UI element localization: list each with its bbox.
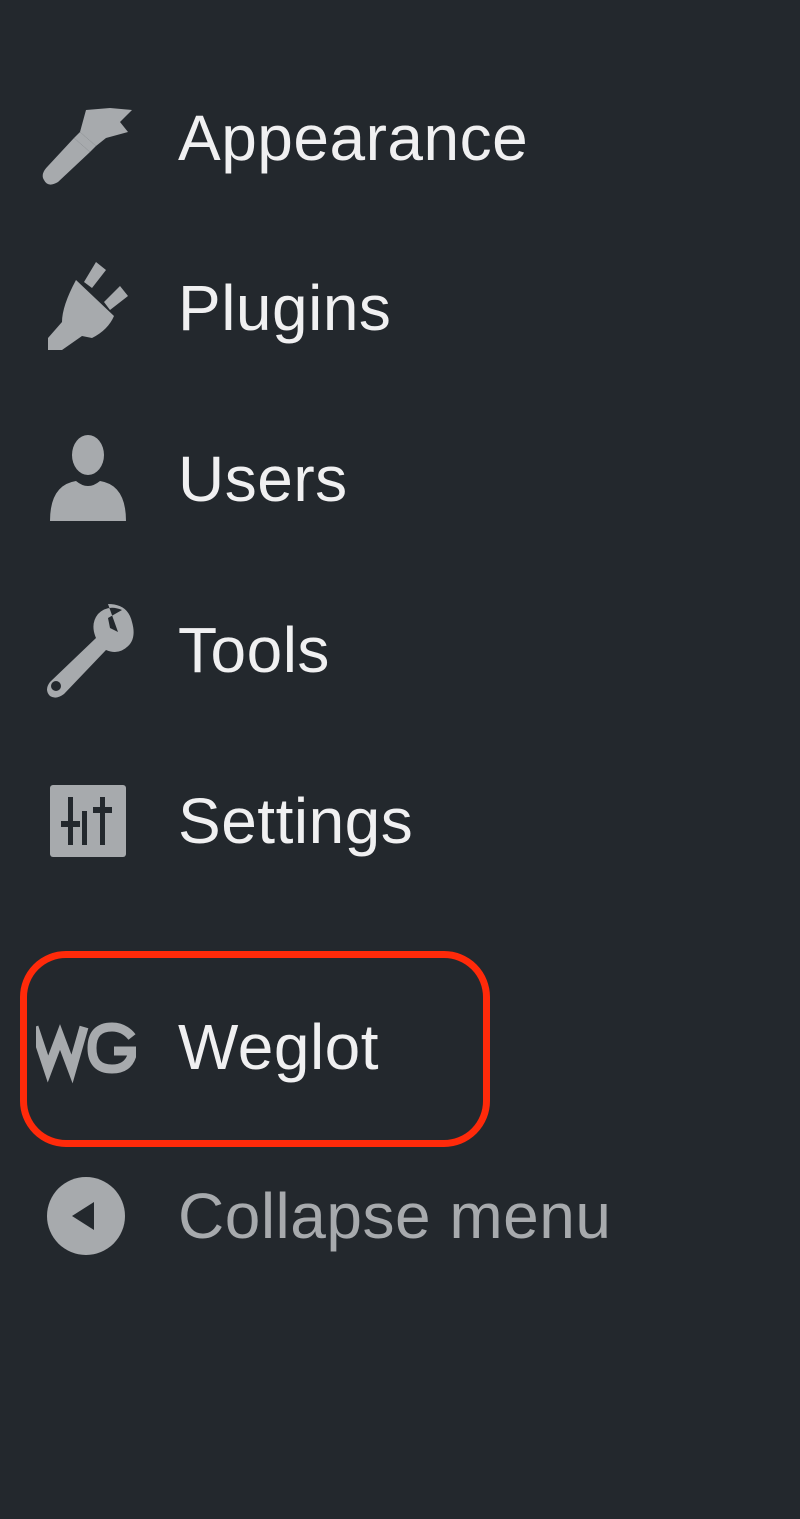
- sidebar-item-weglot[interactable]: Weglot: [0, 977, 800, 1117]
- sliders-icon: [36, 771, 136, 871]
- collapse-menu-label: Collapse menu: [178, 1180, 612, 1252]
- sidebar-item-plugins[interactable]: Plugins: [0, 238, 800, 378]
- admin-sidebar-menu: Appearance Plugins Users Tools Settings …: [0, 0, 800, 1519]
- user-icon: [36, 429, 136, 529]
- sidebar-item-label: Users: [178, 443, 348, 515]
- weglot-logo-icon: [36, 997, 136, 1097]
- sidebar-item-label: Settings: [178, 785, 414, 857]
- sidebar-item-settings[interactable]: Settings: [0, 751, 800, 891]
- sidebar-item-label: Weglot: [178, 1011, 380, 1083]
- sidebar-item-label: Tools: [178, 614, 330, 686]
- plug-icon: [36, 258, 136, 358]
- sidebar-item-label: Appearance: [178, 102, 529, 174]
- collapse-arrow-icon: [36, 1166, 136, 1266]
- wrench-icon: [36, 600, 136, 700]
- collapse-menu-button[interactable]: Collapse menu: [0, 1146, 800, 1286]
- paintbrush-icon: [36, 88, 136, 188]
- sidebar-item-appearance[interactable]: Appearance: [0, 68, 800, 208]
- sidebar-item-tools[interactable]: Tools: [0, 580, 800, 720]
- sidebar-item-users[interactable]: Users: [0, 409, 800, 549]
- sidebar-item-label: Plugins: [178, 272, 392, 344]
